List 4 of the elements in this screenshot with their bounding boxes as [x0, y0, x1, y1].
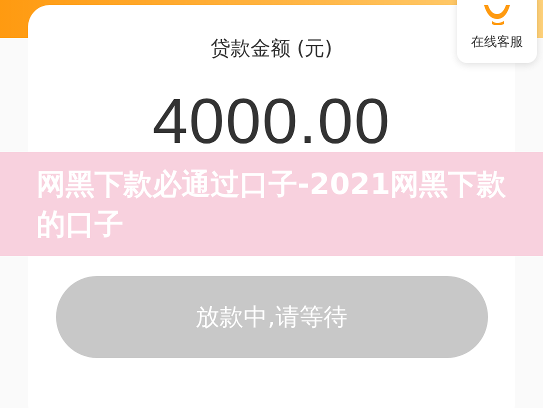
service-card[interactable]: 在线客服	[457, 0, 537, 63]
amount-value: 4000.00	[152, 84, 391, 158]
service-label: 在线客服	[471, 34, 523, 51]
amount-label: 贷款金额 (元)	[210, 35, 332, 62]
